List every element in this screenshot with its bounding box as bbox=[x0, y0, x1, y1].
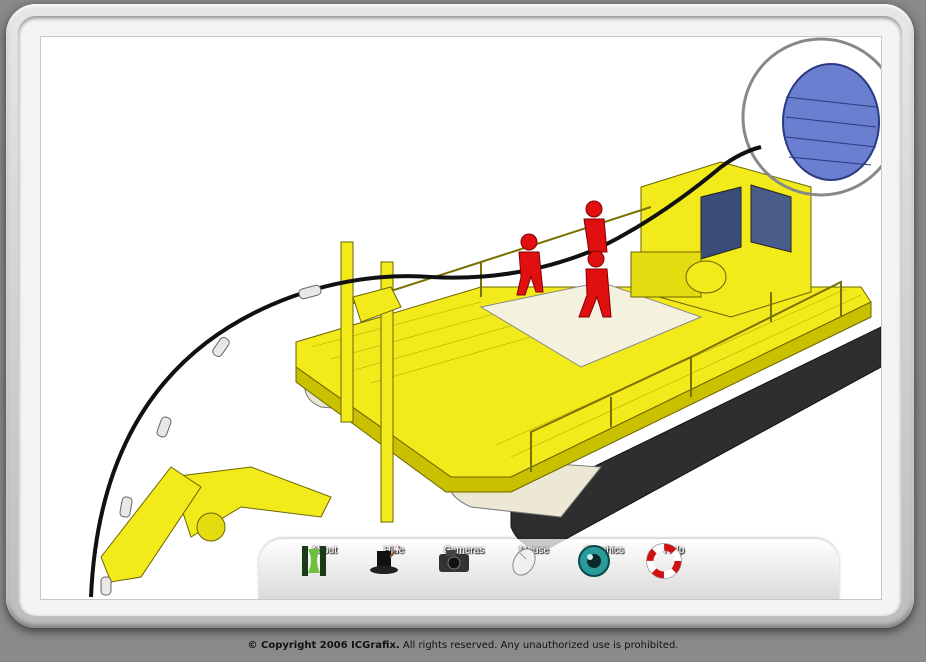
crew-member-2 bbox=[583, 200, 608, 253]
about-icon bbox=[302, 546, 326, 576]
cabin-window-2 bbox=[750, 184, 792, 253]
camera-icon bbox=[439, 550, 469, 572]
eye-icon bbox=[578, 545, 610, 577]
viewer-bezel: About Hide bbox=[18, 16, 902, 616]
about-button[interactable]: About bbox=[294, 543, 354, 599]
bottom-toolbar: About Hide bbox=[259, 539, 839, 599]
help-button[interactable]: Help bbox=[644, 543, 704, 599]
3d-viewport[interactable]: About Hide bbox=[40, 36, 882, 600]
vessel-model bbox=[89, 37, 881, 598]
window-frame: About Hide bbox=[6, 4, 914, 628]
cabin-window bbox=[700, 186, 742, 260]
copyright-notice: All rights reserved. Any unauthorized us… bbox=[399, 640, 679, 651]
mouse-button[interactable]: Mouse bbox=[504, 543, 564, 599]
lifebuoy-icon bbox=[646, 543, 682, 579]
copyright-footer: © Copyright 2006 ICGrafix. All rights re… bbox=[0, 640, 926, 651]
mouse-icon bbox=[512, 548, 536, 576]
cameras-button[interactable]: Cameras bbox=[434, 543, 494, 599]
engine-cylinder bbox=[685, 260, 727, 294]
cable-reel bbox=[741, 37, 881, 197]
graphics-button[interactable]: Graphics bbox=[574, 543, 634, 599]
hide-button[interactable]: Hide bbox=[364, 543, 424, 599]
magic-hat-icon bbox=[370, 546, 401, 574]
copyright-holder: © Copyright 2006 ICGrafix. bbox=[247, 640, 400, 651]
